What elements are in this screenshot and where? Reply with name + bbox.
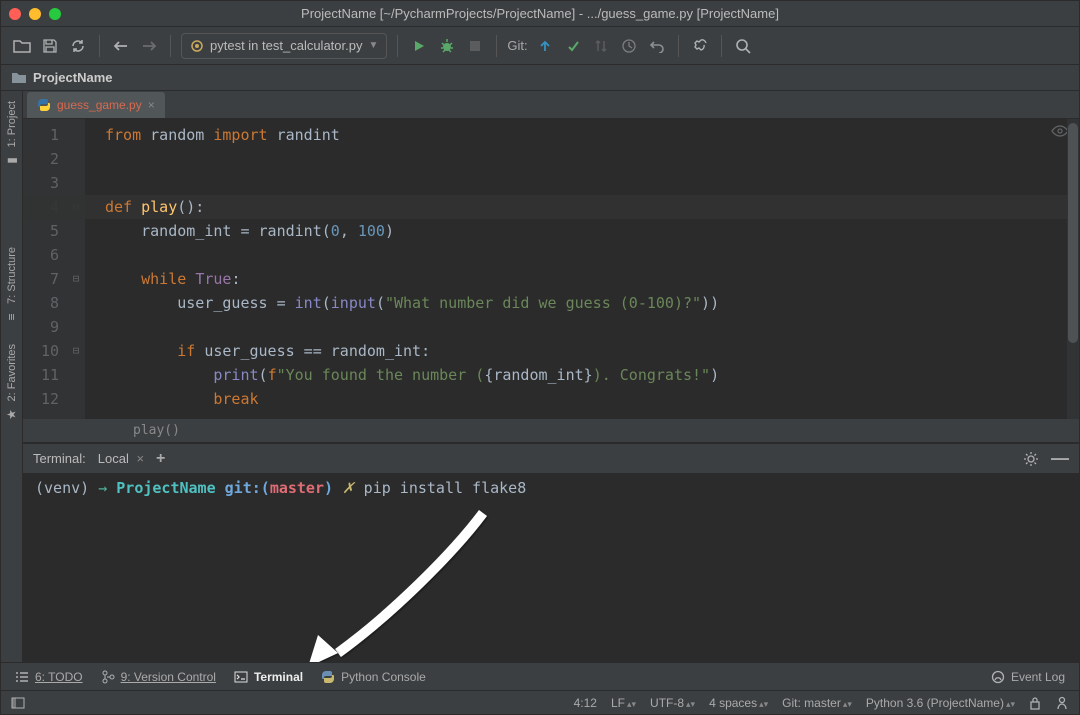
terminal-git-close: )	[324, 479, 333, 497]
terminal[interactable]: (venv) → ProjectName git:(master) ✗ pip …	[23, 473, 1079, 662]
code-breadcrumb[interactable]: play()	[23, 419, 1079, 443]
tool-vcs[interactable]: 9: Version Control	[101, 670, 216, 684]
save-icon[interactable]	[39, 35, 61, 57]
run-configuration-dropdown[interactable]: pytest in test_calculator.py ▼	[181, 33, 387, 59]
sidebar-tab-project[interactable]: ▮ 1: Project	[3, 91, 21, 177]
folder-icon	[11, 71, 27, 84]
sidebar-tab-project-label: 1: Project	[6, 101, 18, 147]
code-area[interactable]: from random import randint def play(): r…	[105, 119, 1079, 419]
lock-icon[interactable]	[1029, 696, 1041, 710]
navigation-bar: ProjectName	[1, 65, 1079, 91]
debug-icon[interactable]	[436, 35, 458, 57]
minimize-window-button[interactable]	[29, 8, 41, 20]
code-editor[interactable]: 123456789101112 ⊟ ⊟ ⊟ from random import…	[23, 119, 1079, 419]
sidebar-tab-structure-label: 7: Structure	[6, 247, 18, 304]
ide-window: ProjectName [~/PycharmProjects/ProjectNa…	[0, 0, 1080, 715]
structure-tool-icon: ≡	[4, 314, 18, 321]
stop-icon[interactable]	[464, 35, 486, 57]
status-interpreter[interactable]: Python 3.6 (ProjectName)▴▾	[866, 696, 1015, 710]
terminal-command: pip install flake8	[364, 479, 527, 497]
sync-icon[interactable]	[67, 35, 89, 57]
annotation-arrow	[283, 503, 503, 662]
git-commit-icon[interactable]	[562, 35, 584, 57]
tool-python-console-label: Python Console	[341, 670, 426, 684]
titlebar: ProjectName [~/PycharmProjects/ProjectNa…	[1, 1, 1079, 27]
tool-terminal[interactable]: Terminal	[234, 670, 303, 684]
breadcrumb-project[interactable]: ProjectName	[33, 70, 112, 85]
left-tool-stripe: ▮ 1: Project ≡ 7: Structure ★ 2: Favorit…	[1, 91, 23, 662]
search-icon[interactable]	[732, 35, 754, 57]
sidebar-tab-structure[interactable]: ≡ 7: Structure	[3, 237, 21, 334]
editor-tab-guess-game[interactable]: guess_game.py ×	[27, 92, 165, 118]
terminal-venv: (venv)	[35, 479, 89, 497]
terminal-dirty-indicator: ✗	[342, 479, 355, 497]
terminal-project: ProjectName	[116, 479, 215, 497]
status-caret[interactable]: 4:12	[574, 696, 597, 710]
terminal-tab-label: Local	[98, 451, 129, 466]
scrollbar-thumb[interactable]	[1068, 123, 1078, 343]
status-bar: 4:12 LF▴▾ UTF-8▴▾ 4 spaces▴▾ Git: master…	[1, 690, 1079, 714]
close-window-button[interactable]	[9, 8, 21, 20]
forward-icon[interactable]	[138, 35, 160, 57]
vcs-icon	[101, 670, 115, 684]
project-tool-icon: ▮	[4, 157, 18, 164]
terminal-header-label: Terminal:	[33, 451, 86, 466]
tool-terminal-label: Terminal	[254, 670, 303, 684]
favorites-tool-icon: ★	[4, 409, 18, 420]
tool-event-log[interactable]: Event Log	[1011, 670, 1065, 684]
body: ▮ 1: Project ≡ 7: Structure ★ 2: Favorit…	[1, 91, 1079, 662]
git-update-icon[interactable]	[534, 35, 556, 57]
python-file-icon	[37, 98, 51, 112]
terminal-icon	[234, 671, 248, 683]
chevron-down-icon: ▼	[368, 40, 378, 51]
editor-scrollbar[interactable]	[1067, 119, 1079, 419]
new-terminal-tab-button[interactable]: +	[156, 450, 165, 468]
main-area: guess_game.py × 123456789101112 ⊟ ⊟ ⊟ fr…	[23, 91, 1079, 662]
back-icon[interactable]	[110, 35, 132, 57]
git-revert-icon[interactable]	[646, 35, 668, 57]
settings-icon[interactable]	[689, 35, 711, 57]
terminal-header: Terminal: Local × + —	[23, 443, 1079, 473]
status-line-sep[interactable]: LF▴▾	[611, 696, 636, 710]
terminal-settings-icon[interactable]	[1023, 451, 1039, 467]
todo-icon	[15, 671, 29, 683]
tool-todo[interactable]: 6: TODO	[15, 670, 83, 684]
tool-python-console[interactable]: Python Console	[321, 670, 426, 684]
open-icon[interactable]	[11, 35, 33, 57]
tool-todo-label: 6: TODO	[35, 670, 83, 684]
git-history-icon[interactable]	[618, 35, 640, 57]
pytest-icon	[190, 39, 204, 53]
git-compare-icon[interactable]	[590, 35, 612, 57]
status-encoding[interactable]: UTF-8▴▾	[650, 696, 695, 710]
run-config-label: pytest in test_calculator.py	[210, 38, 362, 53]
editor-tabs: guess_game.py ×	[23, 91, 1079, 119]
indent-gutter	[85, 119, 105, 419]
inspector-icon[interactable]	[1055, 696, 1069, 710]
tool-window-toggle-icon[interactable]	[11, 697, 25, 709]
python-console-icon	[321, 670, 335, 684]
close-tab-icon[interactable]: ×	[148, 98, 155, 112]
maximize-window-button[interactable]	[49, 8, 61, 20]
sidebar-tab-favorites-label: 2: Favorites	[6, 344, 18, 401]
bottom-tool-bar: 6: TODO 9: Version Control Terminal Pyth…	[1, 662, 1079, 690]
terminal-branch: master	[270, 479, 324, 497]
terminal-tab-local[interactable]: Local ×	[98, 451, 144, 466]
status-indent[interactable]: 4 spaces▴▾	[709, 696, 768, 710]
window-title: ProjectName [~/PycharmProjects/ProjectNa…	[1, 6, 1079, 21]
run-icon[interactable]	[408, 35, 430, 57]
line-number-gutter: 123456789101112	[23, 119, 67, 419]
hide-terminal-icon[interactable]: —	[1051, 448, 1069, 469]
sidebar-tab-favorites[interactable]: ★ 2: Favorites	[3, 334, 21, 431]
fold-gutter: ⊟ ⊟ ⊟	[67, 119, 85, 419]
event-log-icon	[991, 670, 1005, 684]
close-terminal-tab-icon[interactable]: ×	[136, 451, 144, 466]
status-git[interactable]: Git: master▴▾	[782, 696, 852, 710]
terminal-git-label: git:(	[225, 479, 270, 497]
tool-vcs-label: 9: Version Control	[121, 670, 216, 684]
window-controls	[9, 8, 61, 20]
main-toolbar: pytest in test_calculator.py ▼ Git:	[1, 27, 1079, 65]
editor-tab-filename: guess_game.py	[57, 98, 142, 112]
git-label: Git:	[507, 38, 527, 53]
terminal-arrow: →	[98, 479, 107, 497]
